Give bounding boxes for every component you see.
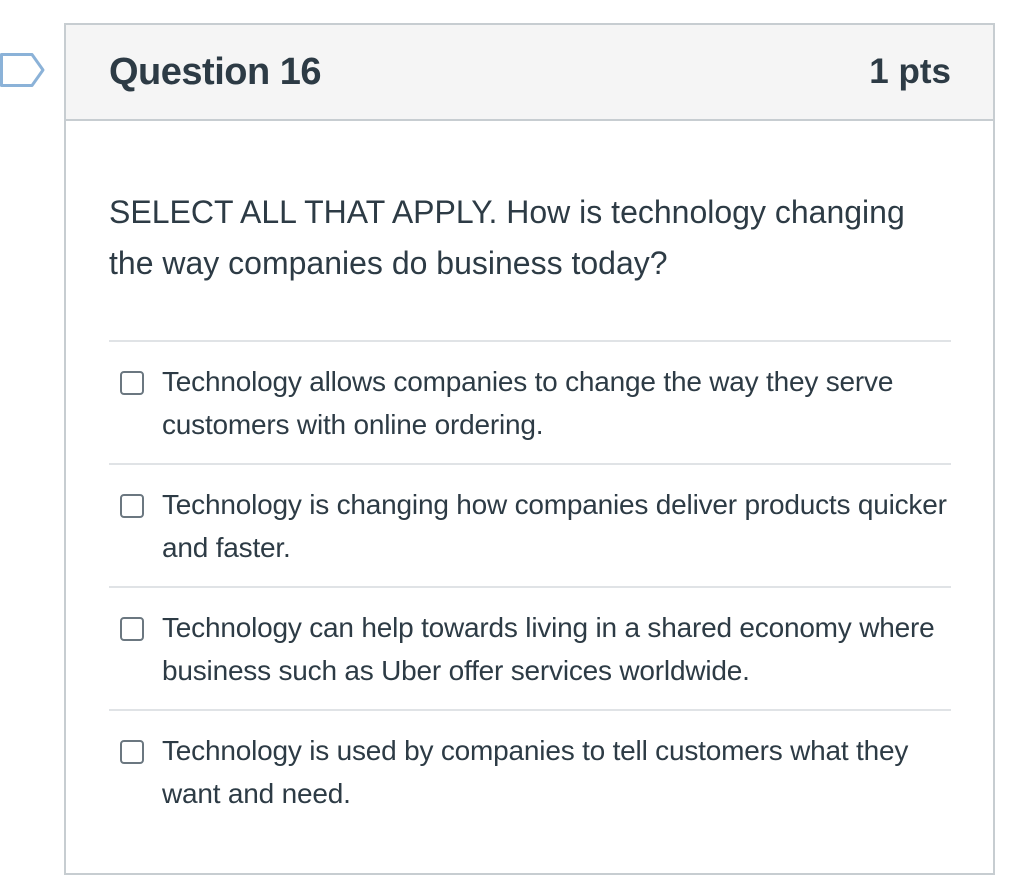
flag-question-icon[interactable] bbox=[0, 52, 46, 88]
answer-option-4[interactable]: Technology is used by companies to tell … bbox=[109, 711, 951, 834]
answer-option-3[interactable]: Technology can help towards living in a … bbox=[109, 588, 951, 711]
answer-list: Technology allows companies to change th… bbox=[109, 340, 951, 834]
answer-checkbox[interactable] bbox=[120, 617, 144, 641]
answer-option-2[interactable]: Technology is changing how companies del… bbox=[109, 465, 951, 588]
quiz-page: Question 16 1 pts SELECT ALL THAT APPLY.… bbox=[0, 0, 1024, 896]
question-card: Question 16 1 pts SELECT ALL THAT APPLY.… bbox=[64, 23, 995, 875]
question-body: SELECT ALL THAT APPLY. How is technology… bbox=[66, 121, 993, 834]
answer-label: Technology is used by companies to tell … bbox=[162, 735, 909, 809]
question-header: Question 16 1 pts bbox=[66, 25, 993, 121]
answer-option-1[interactable]: Technology allows companies to change th… bbox=[109, 342, 951, 465]
answer-label: Technology allows companies to change th… bbox=[162, 366, 894, 440]
question-points: 1 pts bbox=[869, 52, 951, 91]
question-text: SELECT ALL THAT APPLY. How is technology… bbox=[109, 194, 905, 281]
answer-checkbox[interactable] bbox=[120, 371, 144, 395]
answer-checkbox[interactable] bbox=[120, 494, 144, 518]
answer-checkbox[interactable] bbox=[120, 740, 144, 764]
question-title: Question 16 bbox=[109, 50, 322, 93]
answer-label: Technology is changing how companies del… bbox=[162, 489, 947, 563]
answer-label: Technology can help towards living in a … bbox=[162, 612, 935, 686]
